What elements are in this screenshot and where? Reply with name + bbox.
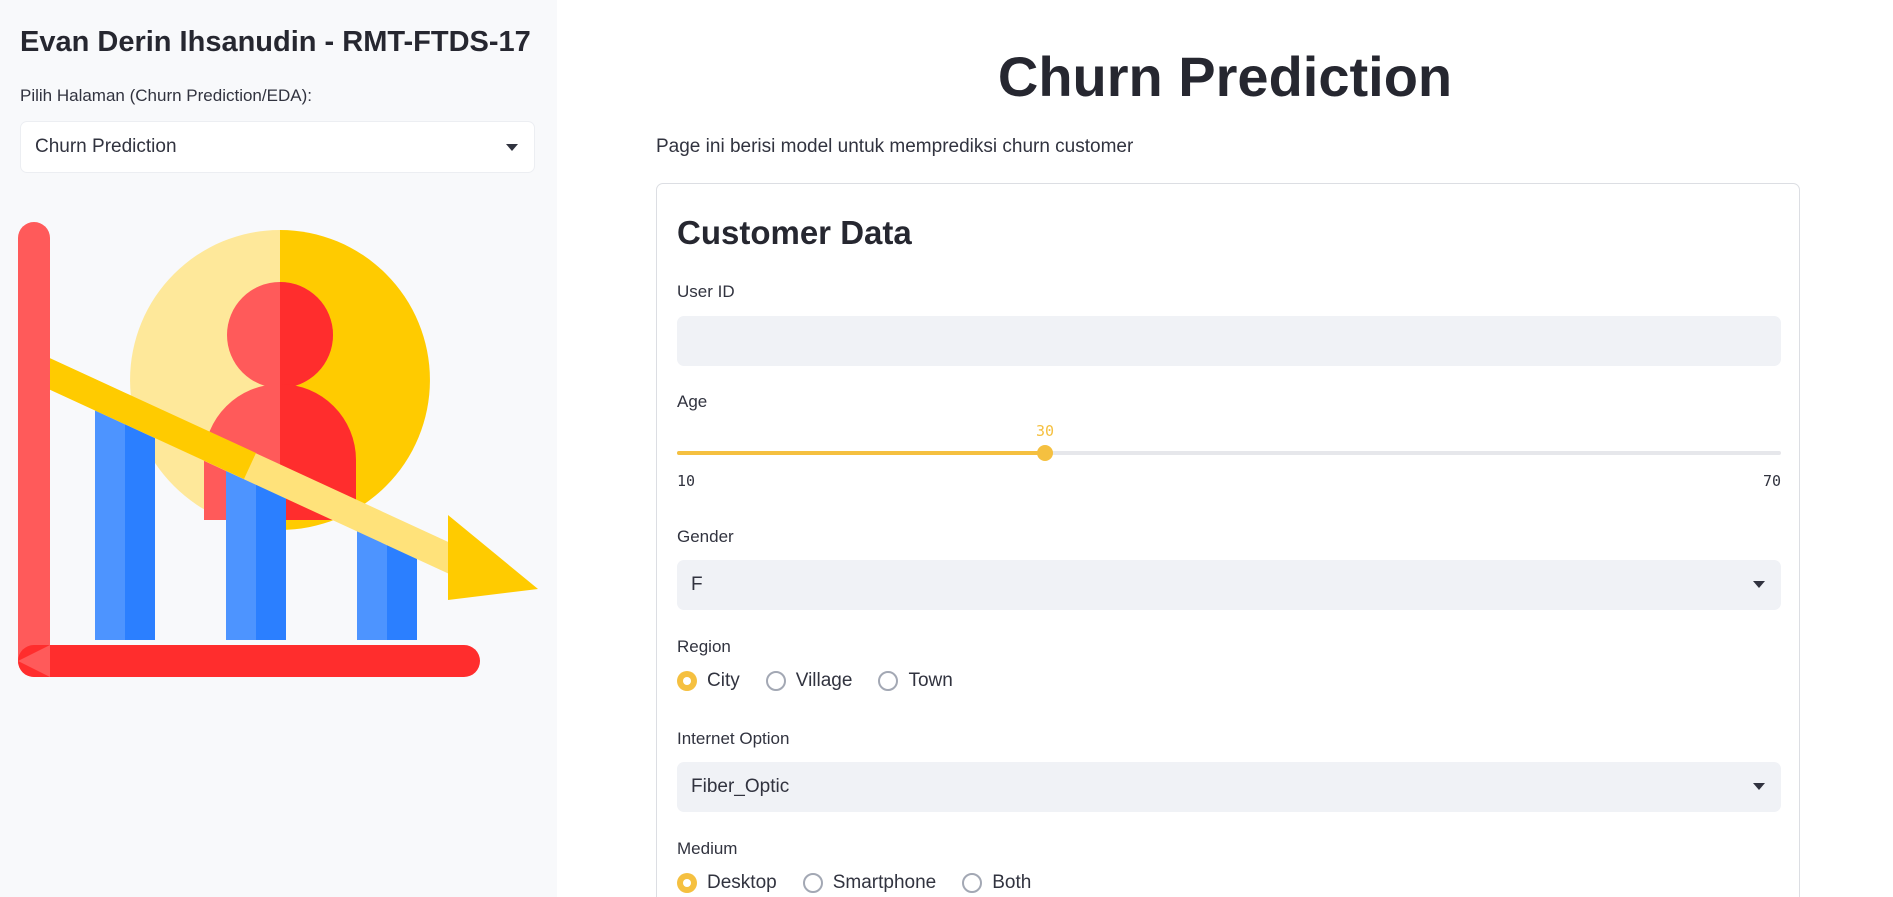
main-content: Churn Prediction Page ini berisi model u… bbox=[557, 0, 1893, 897]
page-description: Page ini berisi model untuk memprediksi … bbox=[656, 136, 1134, 157]
user-id-input[interactable] bbox=[677, 316, 1781, 366]
radio-label: City bbox=[707, 670, 740, 691]
radio-label: Smartphone bbox=[832, 872, 937, 893]
internet-option-select-value: Fiber_Optic bbox=[691, 776, 790, 797]
gender-select-value: F bbox=[691, 574, 703, 595]
chevron-down-icon bbox=[1753, 581, 1765, 588]
chevron-down-icon bbox=[1753, 783, 1765, 790]
radio-label: Town bbox=[908, 670, 953, 691]
radio-icon bbox=[677, 873, 697, 893]
medium-option-smartphone[interactable]: Smartphone bbox=[802, 872, 937, 894]
radio-icon bbox=[677, 671, 697, 691]
internet-option-label: Internet Option bbox=[677, 729, 790, 748]
internet-option-select[interactable]: Fiber_Optic bbox=[677, 762, 1781, 812]
age-label: Age bbox=[677, 392, 708, 411]
gender-select[interactable]: F bbox=[677, 560, 1781, 610]
radio-icon bbox=[962, 873, 983, 893]
radio-icon bbox=[765, 671, 786, 691]
medium-option-both[interactable]: Both bbox=[962, 872, 1031, 894]
sidebar: Evan Derin Ihsanudin - RMT-FTDS-17 Pilih… bbox=[0, 0, 557, 897]
sidebar-title: Evan Derin Ihsanudin - RMT-FTDS-17 bbox=[20, 26, 531, 58]
region-option-village[interactable]: Village bbox=[765, 670, 853, 692]
chevron-down-icon bbox=[506, 144, 518, 151]
region-label: Region bbox=[677, 637, 731, 656]
slider-fill bbox=[677, 451, 1045, 455]
slider-max: 70 bbox=[1762, 472, 1781, 490]
medium-label: Medium bbox=[677, 839, 738, 858]
churn-decline-chart-icon bbox=[18, 222, 538, 677]
medium-option-desktop[interactable]: Desktop bbox=[677, 872, 777, 894]
radio-icon bbox=[802, 873, 823, 893]
gender-label: Gender bbox=[677, 527, 734, 546]
customer-data-form: Customer Data User ID Age 30 10 70 Gende… bbox=[656, 183, 1800, 897]
slider-value: 30 bbox=[1035, 422, 1055, 440]
region-option-city[interactable]: City bbox=[677, 670, 740, 692]
age-slider[interactable]: 30 10 70 bbox=[677, 422, 1781, 490]
user-id-field[interactable] bbox=[677, 316, 1781, 366]
page-select-value: Churn Prediction bbox=[35, 136, 177, 157]
slider-min: 10 bbox=[677, 472, 696, 490]
radio-label: Desktop bbox=[707, 872, 777, 893]
radio-label: Both bbox=[992, 872, 1032, 893]
user-id-label: User ID bbox=[677, 282, 735, 301]
radio-label: Village bbox=[795, 670, 853, 691]
radio-icon bbox=[878, 671, 899, 691]
slider-thumb[interactable] bbox=[1037, 445, 1053, 461]
medium-radio-group: Desktop Smartphone Both bbox=[677, 872, 1057, 894]
page-select-label: Pilih Halaman (Churn Prediction/EDA): bbox=[20, 86, 312, 105]
page-select[interactable]: Churn Prediction bbox=[20, 121, 535, 173]
form-title: Customer Data bbox=[677, 214, 912, 251]
region-option-town[interactable]: Town bbox=[878, 670, 953, 692]
page-title: Churn Prediction bbox=[997, 45, 1453, 108]
region-radio-group: City Village Town bbox=[677, 670, 979, 692]
